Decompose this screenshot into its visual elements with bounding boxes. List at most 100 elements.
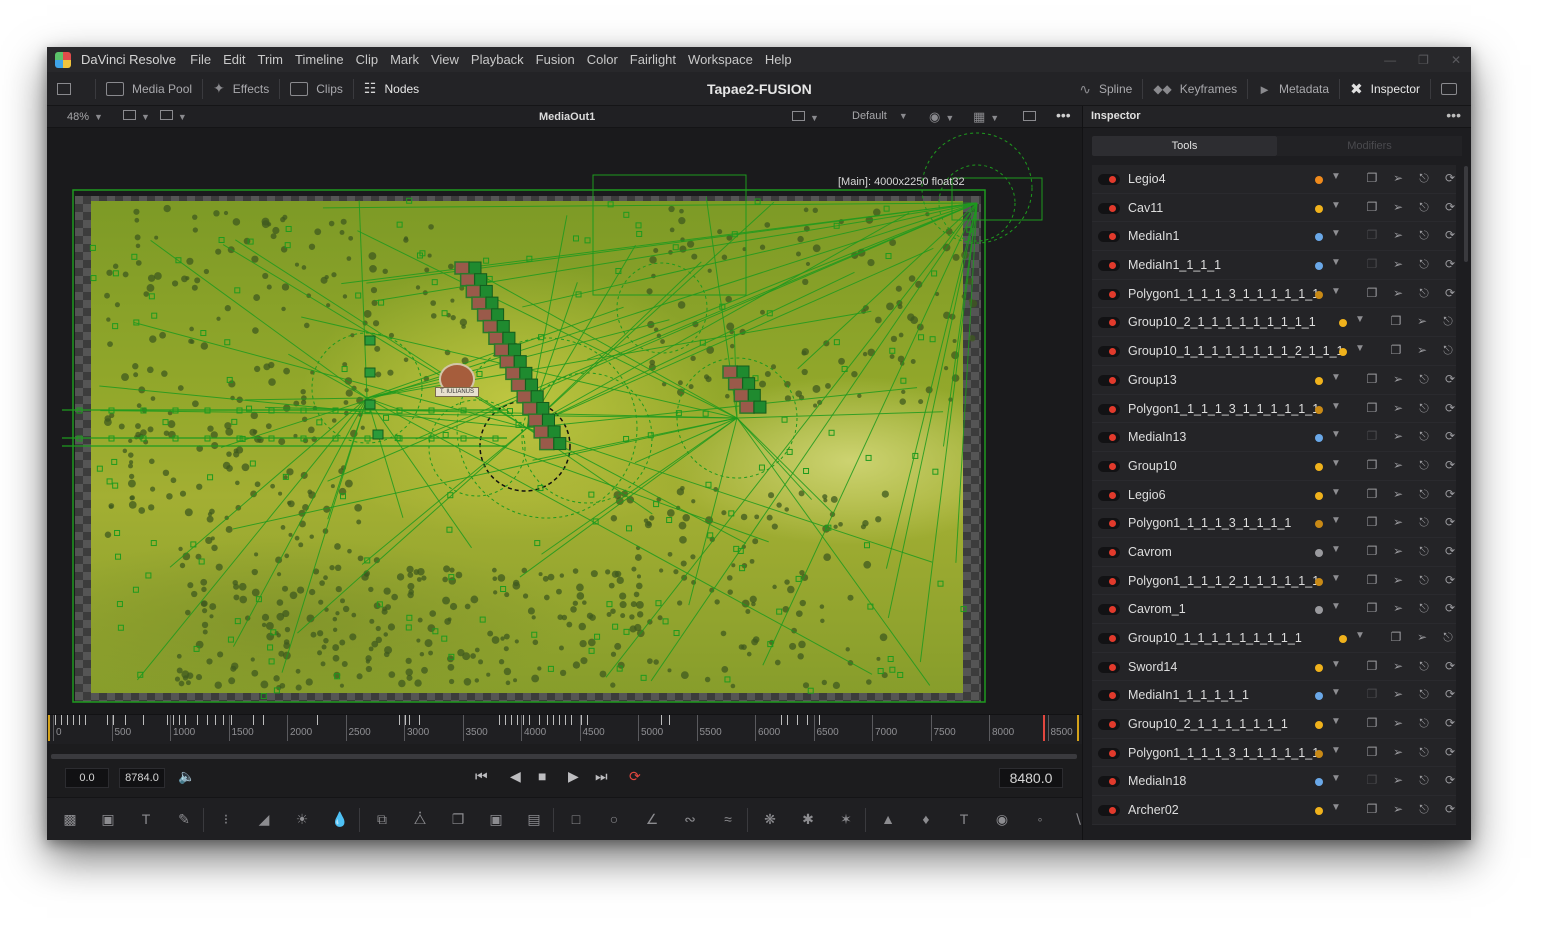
pin-icon[interactable]: ➢ [1391, 429, 1405, 443]
menu-fairlight[interactable]: Fairlight [630, 52, 676, 67]
inspector-more-icon[interactable]: ••• [1446, 107, 1461, 123]
tool-row[interactable]: Polygon1_1_1_1_3_1_1_1_1_1_1 ▼ ❐ ➢ ⎋ ⟳ [1092, 394, 1456, 424]
viewer-panel[interactable]: T. IULIANUS [Main]: 4000x2250 float32 [47, 128, 1082, 714]
tool-name[interactable]: MediaIn1_1_1_1_1_1 [1128, 688, 1249, 702]
tool-color-dot[interactable] [1315, 405, 1323, 414]
media-pool-button[interactable]: Media Pool [96, 72, 202, 105]
chevron-down-icon[interactable]: ▼ [1331, 228, 1341, 239]
tool-enable-toggle[interactable] [1098, 174, 1120, 185]
p-merge-icon[interactable]: ✶ [837, 811, 855, 827]
tool-color-dot[interactable] [1315, 233, 1323, 242]
metadata-button[interactable]: ► Metadata [1248, 72, 1339, 106]
version-icon[interactable]: ❐ [1365, 401, 1379, 415]
render-end-marker[interactable] [1077, 715, 1079, 741]
color-wheel-button[interactable]: ◉ ▼ [929, 109, 954, 125]
reset-icon[interactable]: ⟳ [1443, 601, 1457, 615]
pin-icon[interactable]: ➢ [1391, 544, 1405, 558]
chevron-down-icon[interactable]: ▼ [1331, 687, 1341, 698]
tool-row[interactable]: MediaIn1_1_1_1 ▼ ❐ ➢ ⎋ ⟳ [1092, 251, 1456, 280]
close-icon[interactable]: ✕ [1451, 53, 1461, 67]
tool-name[interactable]: Cav11 [1128, 201, 1163, 215]
tool-name[interactable]: Group10 [1128, 459, 1177, 473]
lock-icon[interactable]: ⎋ [1417, 487, 1431, 502]
reset-icon[interactable]: ⟳ [1443, 802, 1457, 816]
reset-icon[interactable]: ⟳ [1443, 773, 1457, 787]
tool-row[interactable]: Group10_1_1_1_1_1_1_1_1_1 ▼ ❐ ➢ ⎋ [1092, 624, 1456, 653]
tool-row[interactable]: Group10_2_1_1_1_1_1_1_1 ▼ ❐ ➢ ⎋ ⟳ [1092, 710, 1456, 739]
tool-row[interactable]: MediaIn18 ▼ ❐ ➢ ⎋ ⟳ [1092, 767, 1457, 797]
pin-icon[interactable]: ➢ [1415, 630, 1429, 644]
minimize-icon[interactable]: — [1384, 53, 1396, 67]
tool-color-dot[interactable] [1315, 721, 1323, 730]
lock-icon[interactable]: ⎋ [1417, 200, 1431, 215]
lock-icon[interactable]: ⎋ [1417, 659, 1431, 674]
reset-icon[interactable]: ⟳ [1443, 515, 1457, 529]
tool-name[interactable]: Group10_2_1_1_1_1_1_1_1 [1128, 717, 1288, 731]
pin-icon[interactable]: ➢ [1391, 200, 1405, 214]
tool-row[interactable]: Polygon1_1_1_1_2_1_1_1_1_1_1 ▼ ❐ ➢ ⎋ ⟳ [1092, 566, 1456, 596]
tool-enable-toggle[interactable] [1098, 374, 1120, 386]
pin-icon[interactable]: ➢ [1391, 171, 1405, 185]
version-icon[interactable]: ❐ [1365, 487, 1379, 501]
maximize-icon[interactable]: ❐ [1418, 53, 1429, 67]
pin-icon[interactable]: ➢ [1391, 515, 1405, 529]
version-icon[interactable]: ❐ [1389, 314, 1403, 328]
stop-icon[interactable]: ■ [538, 768, 546, 784]
lock-icon[interactable]: ⎋ [1417, 286, 1431, 301]
chevron-down-icon[interactable]: ▼ [1355, 630, 1365, 641]
tool-enable-toggle[interactable] [1098, 432, 1120, 444]
tool-row[interactable]: Group10_2_1_1_1_1_1_1_1_1_1 ▼ ❐ ➢ ⎋ [1092, 308, 1456, 338]
version-icon[interactable]: ❐ [1365, 286, 1379, 300]
reset-icon[interactable]: ⟳ [1443, 286, 1457, 300]
tool-row[interactable]: Group10_1_1_1_1_1_1_1_1_2_1_1_1 ▼ ❐ ➢ ⎋ [1092, 337, 1456, 366]
reset-icon[interactable]: ⟳ [1443, 458, 1457, 472]
go-to-end-icon[interactable]: ⏭ [595, 768, 608, 785]
tool-color-dot[interactable] [1315, 491, 1323, 500]
version-icon[interactable]: ❐ [1365, 687, 1379, 701]
chevron-down-icon[interactable]: ▼ [1355, 314, 1365, 325]
tool-name[interactable]: Legio4 [1128, 172, 1166, 186]
reset-icon[interactable]: ⟳ [1443, 745, 1457, 759]
chevron-down-icon[interactable]: ▼ [1331, 257, 1341, 268]
lock-icon[interactable]: ⎋ [1441, 343, 1455, 358]
merge3d-icon[interactable]: ♦ [917, 811, 935, 827]
inspector-button[interactable]: ✖ Inspector [1340, 72, 1430, 106]
tool-name[interactable]: Archer02 [1128, 803, 1179, 817]
tool-enable-toggle[interactable] [1098, 317, 1120, 329]
tool-row[interactable]: Cavrom_1 ▼ ❐ ➢ ⎋ ⟳ [1092, 595, 1456, 624]
tool-enable-toggle[interactable] [1098, 288, 1120, 300]
pin-icon[interactable]: ➢ [1391, 372, 1405, 386]
tool-name[interactable]: Sword14 [1128, 660, 1177, 674]
lock-icon[interactable]: ⎋ [1417, 429, 1431, 444]
tool-enable-toggle[interactable] [1098, 633, 1120, 644]
version-icon[interactable]: ❐ [1389, 343, 1403, 357]
reset-icon[interactable]: ⟳ [1443, 544, 1457, 558]
lock-icon[interactable]: ⎋ [1417, 458, 1431, 473]
pin-icon[interactable]: ➢ [1391, 228, 1405, 242]
lock-icon[interactable]: ⎋ [1417, 802, 1431, 817]
menu-timeline[interactable]: Timeline [295, 52, 344, 67]
viewer-layout-button[interactable]: ▼ [792, 111, 819, 124]
tool-enable-toggle[interactable] [1098, 575, 1120, 587]
pin-icon[interactable]: ➢ [1391, 458, 1405, 472]
nodes-button[interactable]: ☷ Nodes [354, 72, 429, 105]
keyframes-button[interactable]: ◆◆ Keyframes [1143, 72, 1247, 106]
tool-color-dot[interactable] [1315, 290, 1323, 299]
camera3d-icon[interactable]: ◉ [993, 811, 1011, 827]
tool-row[interactable]: MediaIn1_1_1_1_1_1 ▼ ❐ ➢ ⎋ ⟳ [1092, 681, 1456, 711]
clips-button[interactable]: Clips [280, 72, 353, 105]
tool-row[interactable]: Polygon1_1_1_1_3_1_1_1_1_1_1 ▼ ❐ ➢ ⎋ ⟳ [1092, 738, 1457, 768]
end-time-field[interactable]: 8784.0 [119, 768, 165, 788]
tool-enable-toggle[interactable] [1098, 460, 1120, 472]
tool-row[interactable]: Legio6 ▼ ❐ ➢ ⎋ ⟳ [1092, 480, 1456, 510]
chevron-down-icon[interactable]: ▼ [1331, 659, 1341, 670]
version-icon[interactable]: ❐ [1365, 200, 1379, 214]
menu-playback[interactable]: Playback [471, 52, 524, 67]
chevron-down-icon[interactable]: ▼ [1331, 802, 1341, 813]
text3d-icon[interactable]: T [955, 811, 973, 827]
tool-row[interactable]: Sword14 ▼ ❐ ➢ ⎋ ⟳ [1092, 652, 1456, 682]
render-start-marker[interactable] [48, 715, 50, 741]
tool-enable-toggle[interactable] [1098, 690, 1120, 702]
tool-name[interactable]: Polygon1_1_1_1_3_1_1_1_1 [1128, 516, 1291, 530]
chevron-down-icon[interactable]: ▼ [1331, 286, 1341, 297]
